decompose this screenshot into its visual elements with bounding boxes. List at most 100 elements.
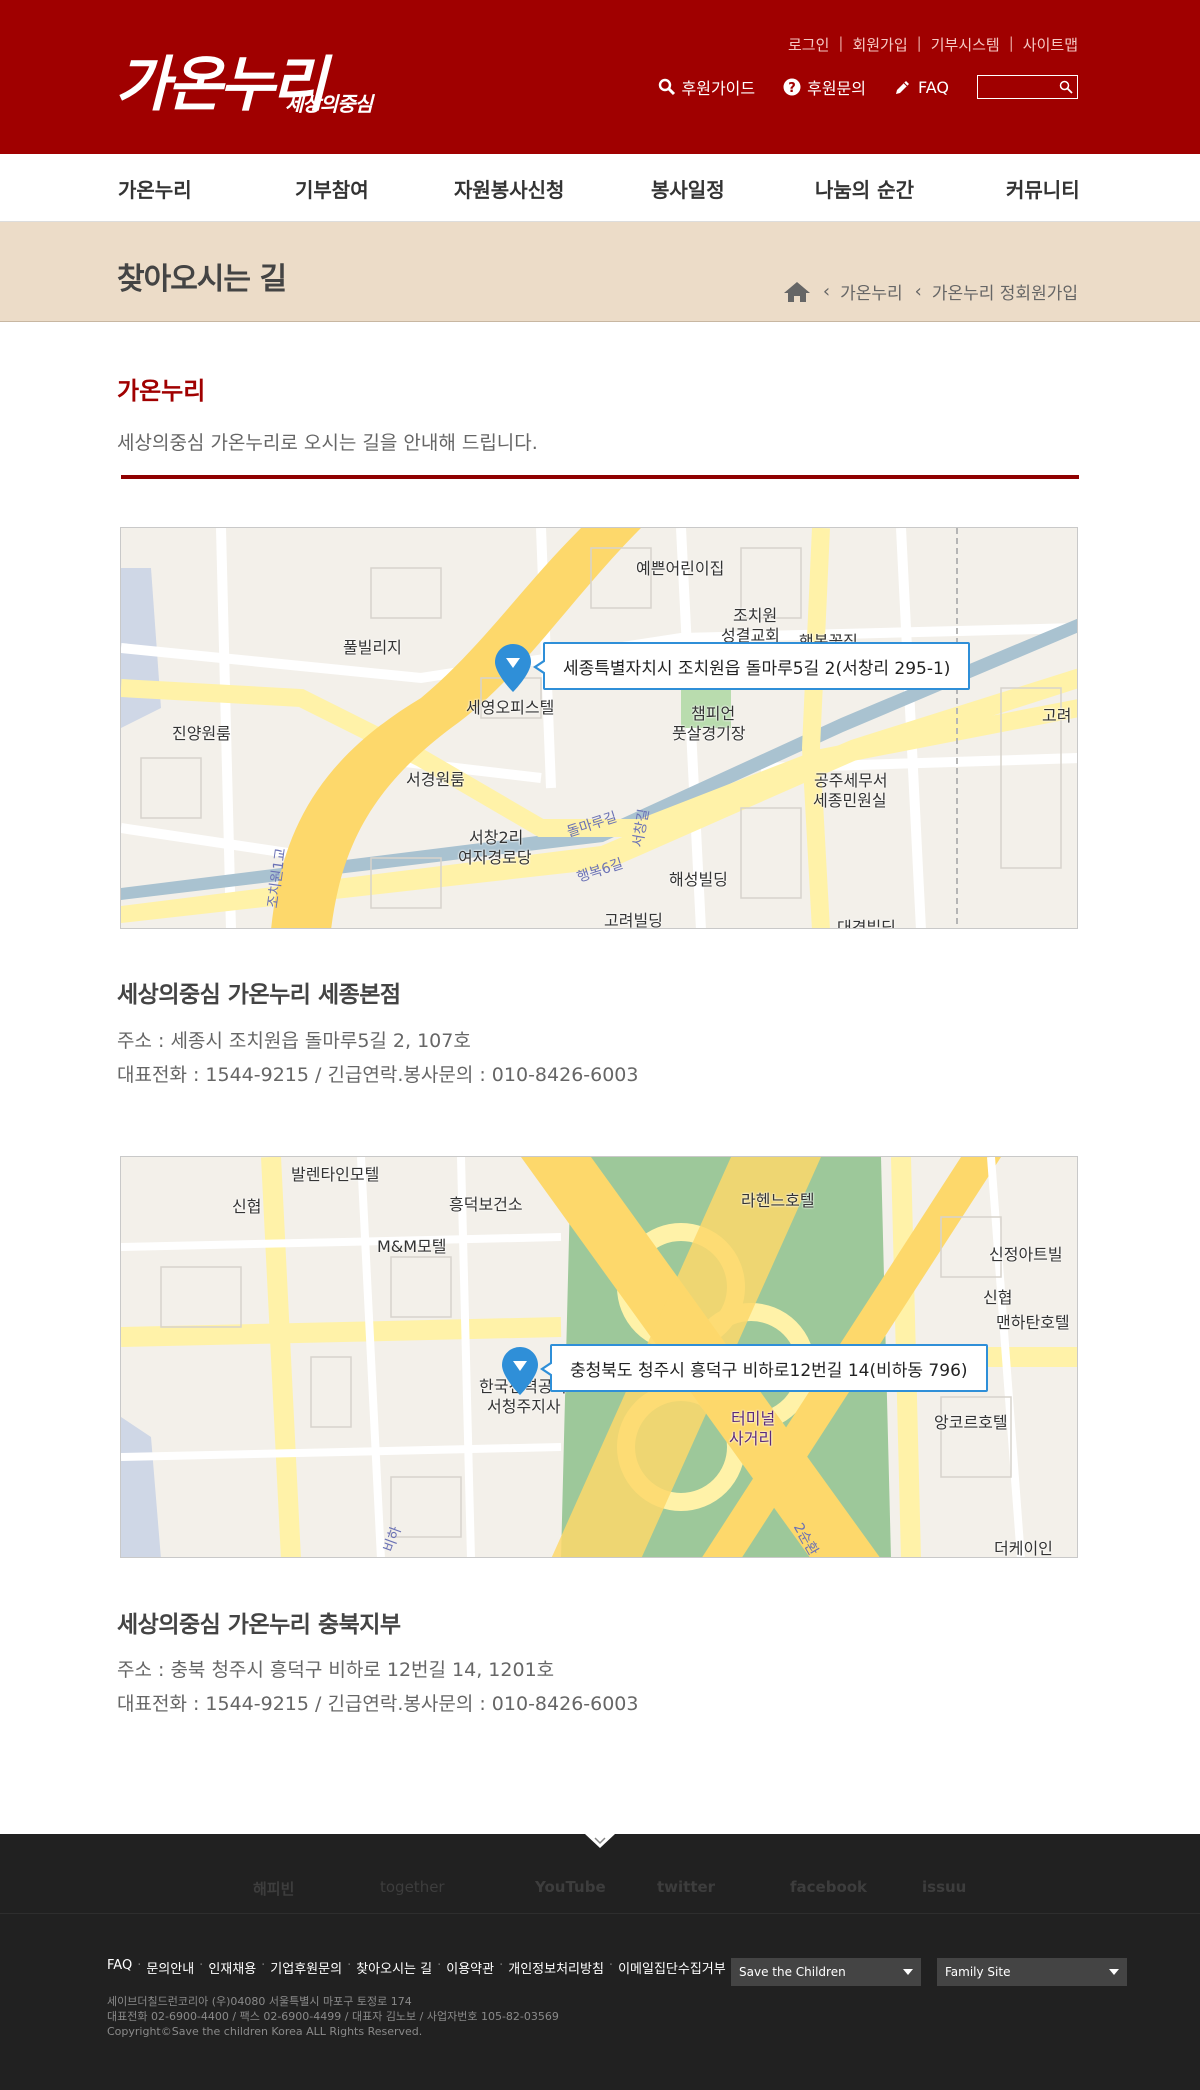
- map-poi: 서청주지사: [487, 1397, 561, 1416]
- twitter-link[interactable]: twitter: [657, 1878, 715, 1896]
- save-the-children-select[interactable]: Save the Children: [731, 1958, 921, 1986]
- faq-link[interactable]: FAQ: [894, 78, 949, 97]
- nav-item-community[interactable]: 커뮤니티: [1006, 174, 1080, 203]
- map-poi: 사거리: [729, 1429, 774, 1448]
- signup-link[interactable]: 회원가입: [852, 34, 907, 55]
- breadcrumb-item[interactable]: 가온누리 정회원가입: [932, 279, 1078, 304]
- footer-link-careers[interactable]: 인재채용: [208, 1958, 256, 1977]
- partner-links: 해피빈 together YouTube twitter facebook is…: [0, 1874, 1200, 1914]
- map-poi: 흥덕보건소: [449, 1195, 523, 1214]
- map-sejong[interactable]: 예쁜어린이집 조치원 성결교회 행복꽃집 풀빌리지 세영오피스텔 진양원룸 고려…: [120, 527, 1078, 929]
- donation-inquiry-label: 후원문의: [807, 79, 866, 98]
- dropdown-arrow-icon: [903, 1969, 913, 1975]
- footer-link-corporate[interactable]: 기업후원문의: [270, 1958, 342, 1977]
- main-nav: 가온누리 기부참여 자원봉사신청 봉사일정 나눔의 순간 커뮤니티: [0, 154, 1200, 222]
- nav-item-donation[interactable]: 기부참여: [295, 174, 369, 203]
- facebook-link[interactable]: facebook: [790, 1878, 867, 1896]
- branch-address: 주소 : 세종시 조치원읍 돌마루5길 2, 107호: [117, 1030, 471, 1052]
- map-poi: 라헨느호텔: [741, 1191, 815, 1210]
- footer-copyright: Copyright©Save the children Korea ALL Ri…: [107, 2025, 423, 2038]
- map-poi: 신정아트빌: [989, 1245, 1063, 1264]
- map-address-callout: 세종특별자치시 조치원읍 돌마루5길 2(서창리 295-1): [532, 642, 971, 690]
- footer-info: 세이브더칠드런코리아 (우)04080 서울특별시 마포구 토정로 174 대표…: [107, 1994, 559, 2039]
- util-separator: |: [1008, 34, 1014, 52]
- sub-visual: 찾아오시는 길 ‹ 가온누리 ‹ 가온누리 정회원가입: [0, 222, 1200, 322]
- home-icon[interactable]: [783, 281, 811, 303]
- map-poi: 더케이인: [994, 1539, 1053, 1558]
- select-value: Save the Children: [739, 1965, 846, 1979]
- utility-links: 로그인 | 회원가입 | 기부시스템 | 사이트맵: [788, 34, 1078, 55]
- footer: 해피빈 together YouTube twitter facebook is…: [0, 1834, 1200, 2090]
- breadcrumb: ‹ 가온누리 ‹ 가온누리 정회원가입: [783, 279, 1078, 304]
- footer-address: 세이브더칠드런코리아 (우)04080 서울특별시 마포구 토정로 174: [107, 1995, 412, 2008]
- search-input[interactable]: [978, 76, 1058, 99]
- select-value: Family Site: [945, 1965, 1011, 1979]
- branch-name: 세상의중심 가온누리 세종본점: [117, 982, 401, 1008]
- chevron-down-icon[interactable]: [585, 1834, 615, 1848]
- search-icon[interactable]: [1059, 80, 1073, 94]
- map-address-callout: 충청북도 청주시 흥덕구 비하로12번길 14(비하동 796): [540, 1344, 988, 1392]
- map-poi: 챔피언: [691, 704, 736, 723]
- map-pin-icon[interactable]: [502, 1347, 538, 1395]
- site-logo[interactable]: 가온누리 세상의중심: [115, 36, 395, 126]
- nav-item-sharing-moments[interactable]: 나눔의 순간: [815, 174, 914, 203]
- donation-guide-label: 후원가이드: [681, 79, 756, 98]
- util-separator: |: [916, 34, 922, 52]
- map-poi: 세영오피스텔: [466, 698, 555, 717]
- footer-link-inquiry[interactable]: 문의안내: [146, 1958, 194, 1977]
- map-poi: 신협: [232, 1197, 262, 1216]
- breadcrumb-item[interactable]: 가온누리: [840, 279, 903, 304]
- together-link[interactable]: together: [380, 1878, 445, 1896]
- sitemap-link[interactable]: 사이트맵: [1023, 34, 1078, 55]
- footer-link-separator: ·: [137, 1958, 142, 1973]
- chevron-left-icon: ‹: [914, 281, 922, 302]
- happybean-link[interactable]: 해피빈: [253, 1878, 294, 1899]
- map-chungbuk[interactable]: 발렌타인모텔 신협 흥덕보건소 M&M모텔 라헨느호텔 신정아트빌 신협 맨하탄…: [120, 1156, 1078, 1558]
- login-link[interactable]: 로그인: [788, 34, 829, 55]
- footer-link-faq[interactable]: FAQ: [107, 1958, 132, 1977]
- footer-link-separator: ·: [261, 1958, 266, 1973]
- map-poi: 해성빌딩: [669, 870, 728, 889]
- section-description: 세상의중심 가온누리로 오시는 길을 안내해 드립니다.: [117, 432, 538, 454]
- map-poi: 신협: [983, 1288, 1013, 1307]
- map-poi: 풋살경기장: [672, 724, 746, 743]
- footer-contact: 대표전화 02-6900-4400 / 팩스 02-6900-4499 / 대표…: [107, 2010, 559, 2023]
- donation-system-link[interactable]: 기부시스템: [931, 34, 1000, 55]
- youtube-link[interactable]: YouTube: [535, 1878, 606, 1896]
- nav-item-schedule[interactable]: 봉사일정: [651, 174, 725, 203]
- map-poi: 발렌타인모텔: [291, 1165, 380, 1184]
- branch-address: 주소 : 충북 청주시 흥덕구 비하로 12번길 14, 1201호: [117, 1659, 555, 1681]
- pencil-icon: [896, 81, 909, 94]
- map-poi: 고려빌딩: [604, 911, 663, 929]
- issuu-link[interactable]: issuu: [922, 1878, 966, 1896]
- branch-phone: 대표전화 : 1544-9215 / 긴급연락.봉사문의 : 010-8426-…: [117, 1064, 639, 1086]
- header: 가온누리 세상의중심 로그인 | 회원가입 | 기부시스템 | 사이트맵 후원가…: [0, 0, 1200, 154]
- map-poi: 터미널: [731, 1409, 776, 1428]
- map-poi: M&M모텔: [377, 1237, 447, 1256]
- footer-link-separator: ·: [199, 1958, 204, 1973]
- map-pin-icon[interactable]: [495, 644, 531, 692]
- map-poi: 여자경로당: [458, 848, 532, 867]
- map-poi: 공주세무서: [814, 771, 888, 790]
- footer-link-separator: ·: [347, 1958, 352, 1973]
- footer-link-email-policy[interactable]: 이메일집단수집거부: [618, 1958, 726, 1977]
- footer-link-privacy[interactable]: 개인정보처리방침: [508, 1958, 604, 1977]
- donation-guide-link[interactable]: 후원가이드: [658, 75, 756, 99]
- donation-inquiry-link[interactable]: ? 후원문의: [783, 75, 866, 99]
- map-poi: 맨하탄호텔: [996, 1313, 1070, 1332]
- footer-links: FAQ · 문의안내 · 인재채용 · 기업후원문의 · 찾아오시는 길 · 이용약관 · …: [107, 1958, 726, 1977]
- footer-link-separator: ·: [437, 1958, 442, 1973]
- page-title: 찾아오시는 길: [117, 262, 287, 297]
- footer-link-separator: ·: [499, 1958, 504, 1973]
- footer-link-separator: ·: [608, 1958, 614, 1973]
- branch-name: 세상의중심 가온누리 충북지부: [117, 1612, 401, 1638]
- nav-item-gaonnuri[interactable]: 가온누리: [118, 174, 192, 203]
- footer-link-terms[interactable]: 이용약관: [446, 1958, 494, 1977]
- svg-text:?: ?: [788, 81, 796, 96]
- section-title: 가온누리: [117, 377, 206, 405]
- family-site-select[interactable]: Family Site: [937, 1958, 1127, 1986]
- branch-phone: 대표전화 : 1544-9215 / 긴급연락.봉사문의 : 010-8426-…: [117, 1693, 639, 1715]
- nav-item-volunteer-apply[interactable]: 자원봉사신청: [454, 174, 564, 203]
- section-divider: [121, 475, 1079, 479]
- footer-link-directions[interactable]: 찾아오시는 길: [356, 1958, 432, 1977]
